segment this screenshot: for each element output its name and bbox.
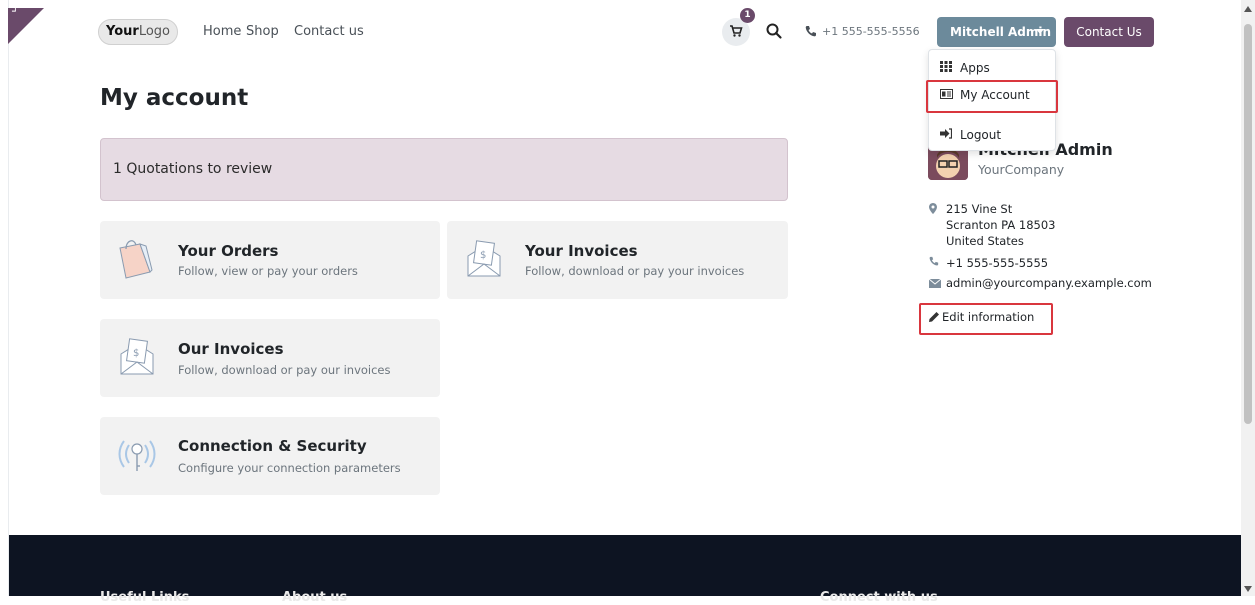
profile-email: admin@yourcompany.example.com bbox=[946, 276, 1152, 290]
caret-down-icon bbox=[1036, 29, 1044, 34]
edit-information-link[interactable]: Edit information bbox=[942, 310, 1034, 324]
nav-home-link[interactable]: Home bbox=[203, 24, 241, 39]
card-title: Your Invoices bbox=[525, 242, 638, 260]
profile-phone: +1 555-555-5555 bbox=[946, 256, 1049, 270]
scroll-up-arrow-icon[interactable] bbox=[1244, 6, 1252, 12]
phone-icon bbox=[929, 256, 939, 266]
site-footer bbox=[9, 535, 1241, 596]
nav-contact-link[interactable]: Contact us bbox=[294, 24, 364, 39]
search-icon[interactable] bbox=[765, 22, 783, 40]
my-account-highlight-box bbox=[926, 80, 1058, 113]
user-menu-button[interactable]: Mitchell Admin bbox=[937, 17, 1056, 47]
card-subtitle: Follow, view or pay your orders bbox=[178, 264, 358, 278]
cart-icon[interactable] bbox=[729, 24, 743, 38]
quotations-alert-text[interactable]: 1 Quotations to review bbox=[113, 161, 272, 177]
dropdown-item-label: Logout bbox=[960, 128, 1002, 142]
pencil-icon[interactable] bbox=[928, 311, 940, 323]
svg-text:$: $ bbox=[480, 250, 486, 261]
page-title: My account bbox=[100, 85, 249, 111]
dropdown-item-apps[interactable]: Apps bbox=[929, 61, 1055, 75]
signal-key-icon bbox=[118, 440, 156, 471]
header-phone-text[interactable]: +1 555-555-5556 bbox=[822, 25, 920, 38]
site-logo[interactable]: YourLogo bbox=[98, 19, 178, 45]
cart-count-badge: 1 bbox=[740, 8, 755, 23]
logout-icon bbox=[940, 128, 954, 142]
scroll-down-arrow-icon[interactable] bbox=[1244, 586, 1252, 592]
shopping-bag-icon bbox=[119, 240, 153, 279]
phone-icon bbox=[805, 26, 816, 37]
invoice-envelope-icon: $ bbox=[120, 338, 154, 375]
editor-corner-icon[interactable]: ┘ bbox=[12, 6, 19, 17]
address-line: United States bbox=[946, 234, 1024, 248]
card-subtitle: Follow, download or pay our invoices bbox=[178, 363, 391, 377]
contact-us-button[interactable]: Contact Us bbox=[1064, 17, 1154, 47]
scrollbar-thumb[interactable] bbox=[1244, 24, 1252, 424]
logo-bold-text: Your bbox=[105, 24, 139, 39]
card-subtitle: Configure your connection parameters bbox=[178, 461, 401, 475]
envelope-icon bbox=[929, 279, 941, 288]
dropdown-item-logout[interactable]: Logout bbox=[929, 128, 1055, 142]
grid-icon bbox=[940, 61, 954, 75]
footer-heading-connect: Connect with us bbox=[820, 590, 938, 605]
dropdown-item-label: Apps bbox=[960, 61, 990, 75]
page-left-border bbox=[0, 0, 9, 596]
card-title: Our Invoices bbox=[178, 340, 284, 358]
footer-heading-about-us: About us bbox=[282, 590, 348, 605]
nav-shop-link[interactable]: Shop bbox=[246, 24, 279, 39]
card-subtitle: Follow, download or pay your invoices bbox=[525, 264, 745, 278]
svg-text:$: $ bbox=[133, 348, 139, 359]
logo-text: Logo bbox=[138, 24, 170, 39]
map-marker-icon bbox=[929, 203, 937, 214]
address-line: 215 Vine St bbox=[946, 202, 1013, 216]
card-title: Your Orders bbox=[178, 242, 279, 260]
card-title: Connection & Security bbox=[178, 437, 367, 455]
profile-company: YourCompany bbox=[978, 162, 1065, 177]
footer-heading-useful-links: Useful Links bbox=[100, 590, 190, 605]
invoice-envelope-icon: $ bbox=[467, 240, 501, 277]
address-line: Scranton PA 18503 bbox=[946, 218, 1056, 232]
